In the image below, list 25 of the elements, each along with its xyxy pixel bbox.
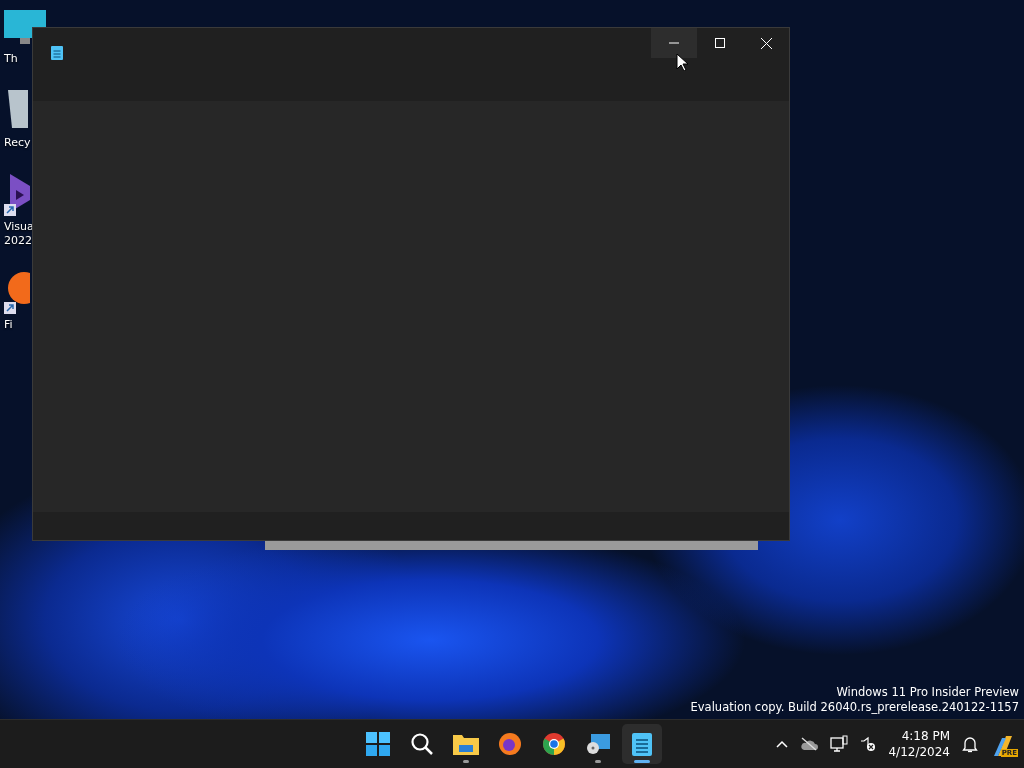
chrome-icon	[542, 732, 566, 756]
notepad-icon	[632, 732, 652, 756]
network-icon[interactable]	[830, 735, 849, 753]
watermark-text: Windows 11 Pro Insider Preview	[836, 685, 1019, 700]
folder-icon	[453, 733, 479, 755]
watermark-text: Evaluation copy. Build 26040.rs_prerelease.240122-1157	[690, 700, 1019, 715]
search-icon	[410, 732, 434, 756]
close-icon	[760, 37, 772, 49]
firefox-icon	[498, 732, 522, 756]
desktop-icon-label[interactable]: Th	[4, 52, 18, 66]
desktop-icon-label[interactable]: Fi	[4, 318, 13, 332]
desktop-icon-label[interactable]: Recy	[4, 136, 31, 150]
chevron-up-icon[interactable]	[776, 740, 789, 748]
date-text: 4/12/2024	[888, 744, 950, 760]
monitor-disc-icon	[586, 732, 610, 756]
maximize-icon	[715, 38, 725, 48]
mouse-pointer-icon	[676, 53, 688, 71]
taskbar-app-button[interactable]	[622, 724, 662, 764]
bell-icon[interactable]	[962, 735, 978, 753]
clock[interactable]: 4:18 PM 4/12/2024	[888, 728, 950, 760]
cloud-off-icon[interactable]	[800, 737, 819, 751]
windows-logo-icon	[366, 732, 390, 756]
time-text: 4:18 PM	[901, 728, 950, 744]
notepad-icon	[51, 45, 63, 60]
speaker-muted-icon[interactable]	[860, 736, 877, 752]
